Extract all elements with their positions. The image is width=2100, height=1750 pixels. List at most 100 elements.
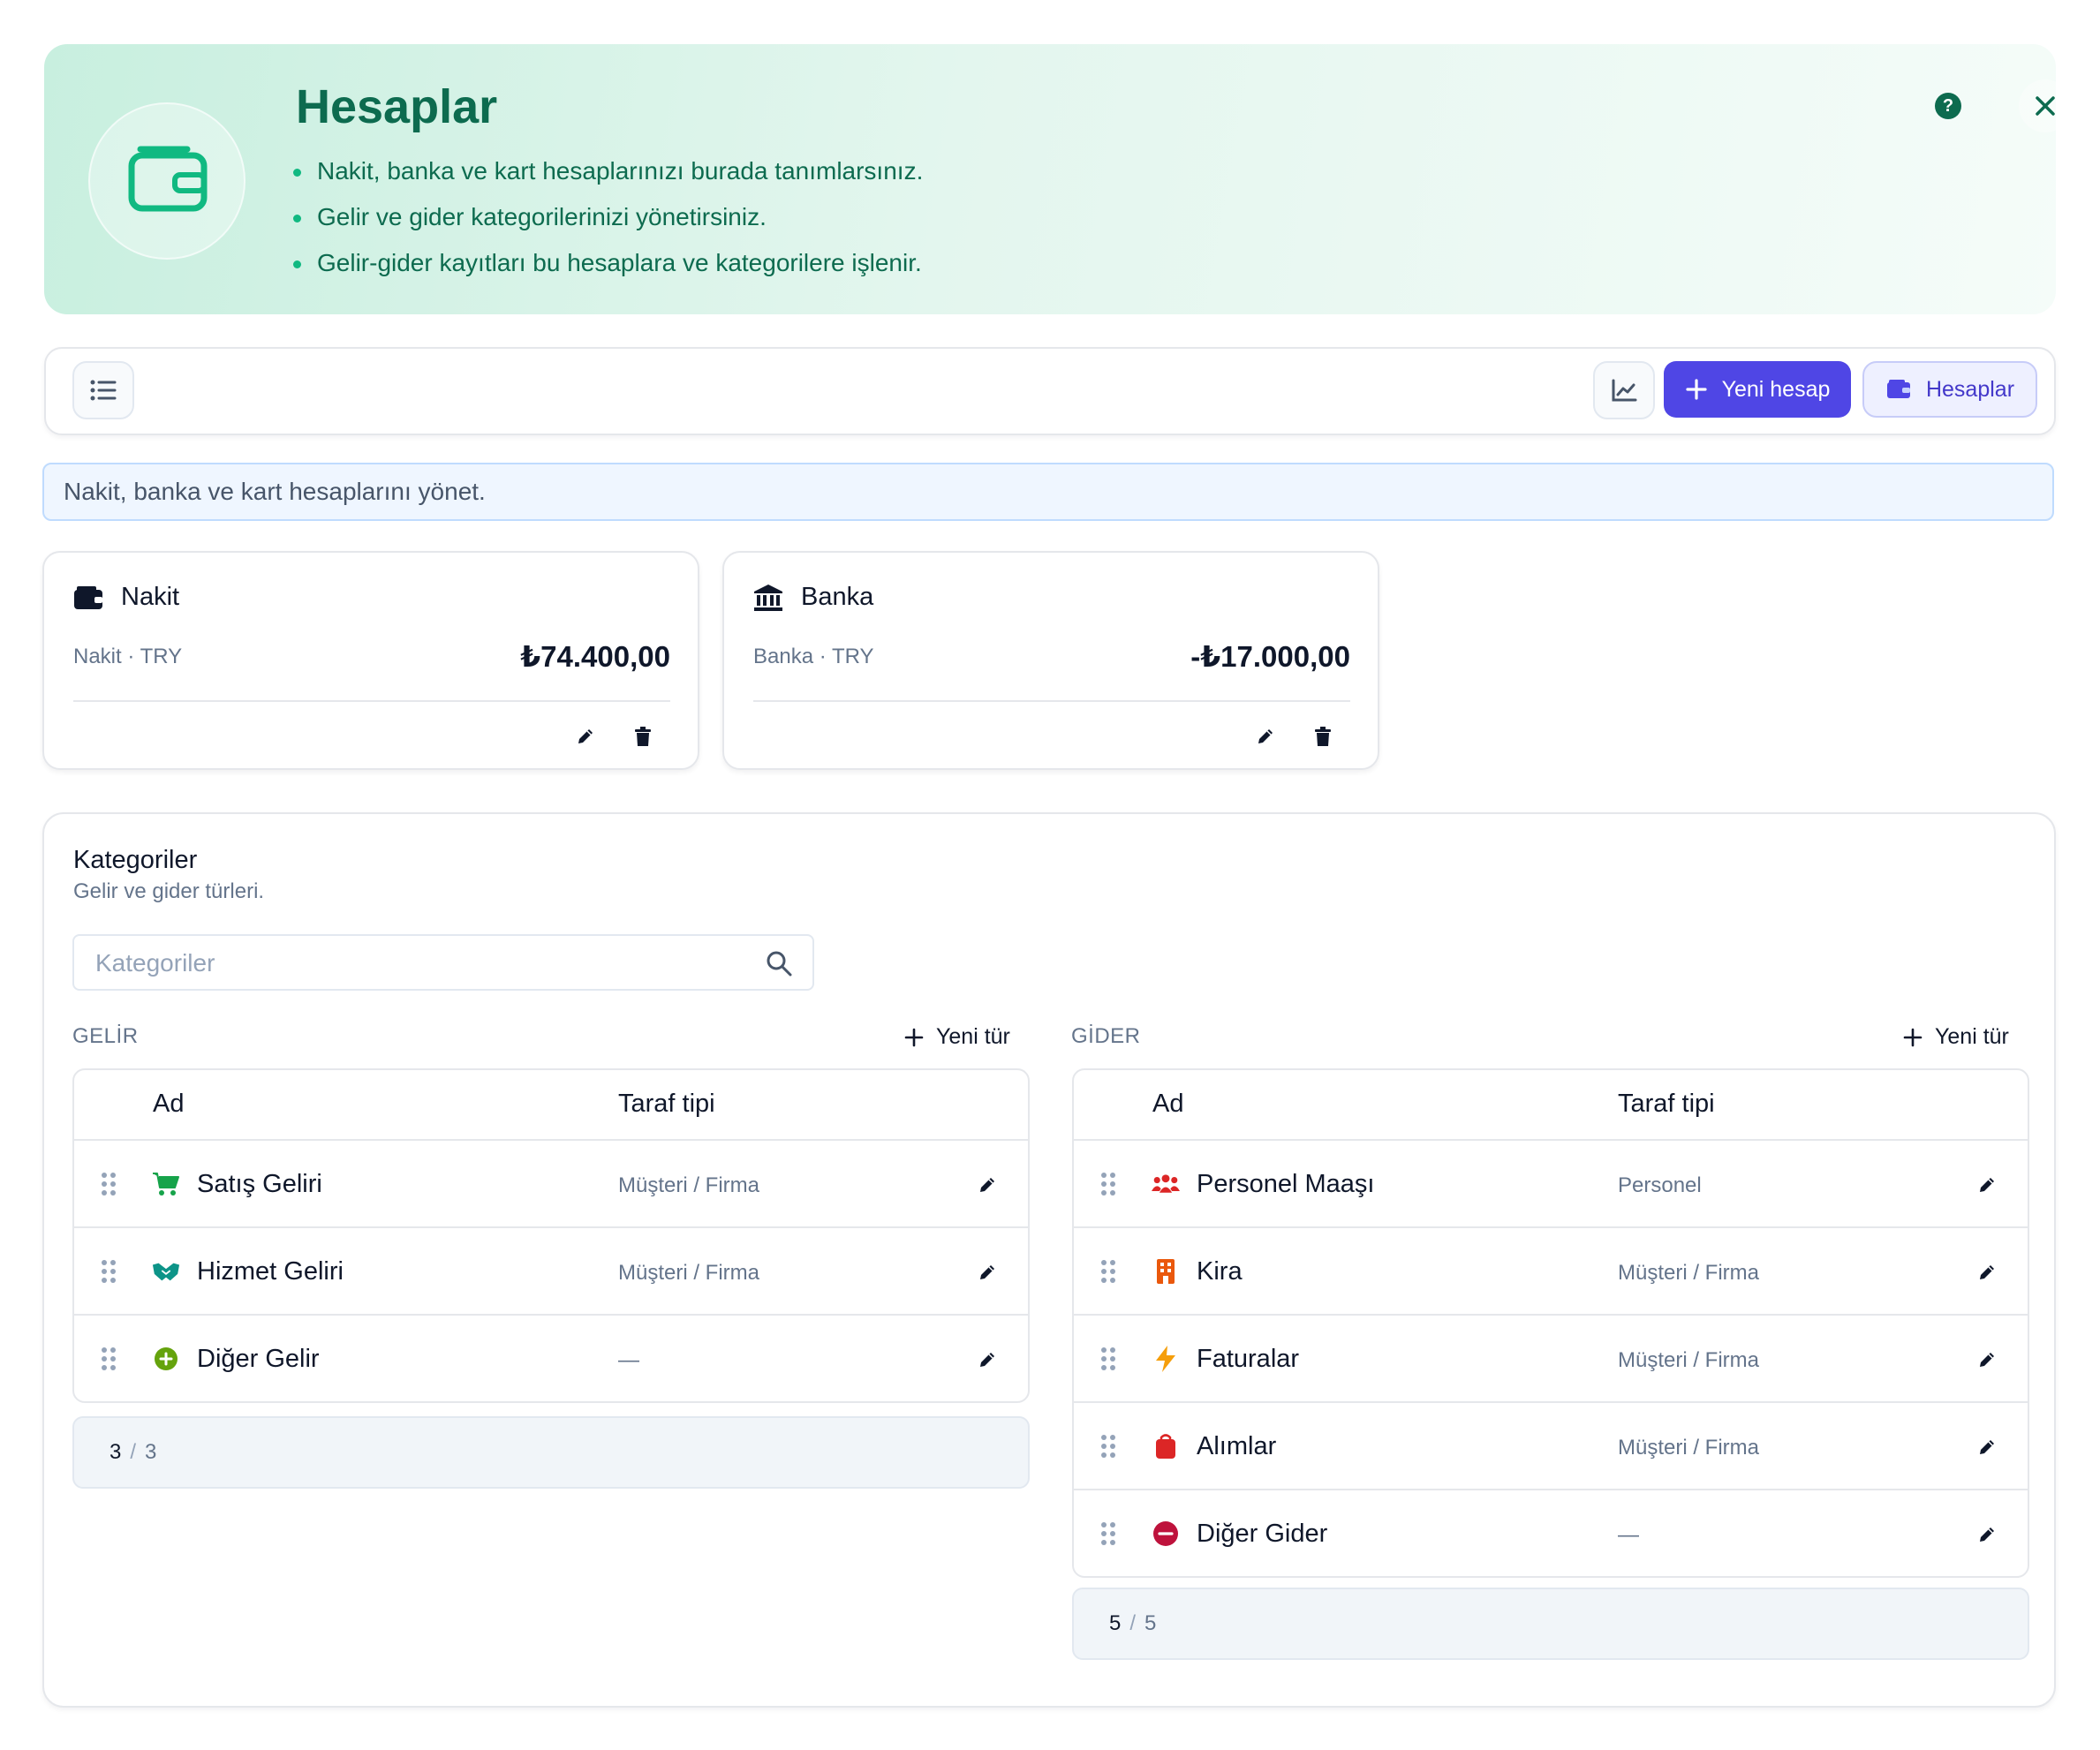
expense-table: Ad Taraf tipi Personel Maaşı Personel Ki… xyxy=(1072,1068,2029,1578)
pager-separator: / xyxy=(130,1440,137,1464)
wallet-icon xyxy=(1886,380,1910,398)
categories-subtitle: Gelir ve gider türleri. xyxy=(73,879,265,903)
edit-category-button[interactable] xyxy=(1971,1169,2003,1201)
drag-handle-icon[interactable] xyxy=(1100,1346,1116,1371)
plus-circle-icon xyxy=(152,1345,180,1373)
edit-account-button[interactable] xyxy=(570,720,601,752)
edit-category-button[interactable] xyxy=(1971,1519,2003,1550)
drag-handle-icon[interactable] xyxy=(1100,1259,1116,1284)
bolt-icon xyxy=(1152,1345,1180,1373)
banner-bullet: Gelir-gider kayıtları bu hesaplara ve ka… xyxy=(293,240,923,286)
drag-handle-icon[interactable] xyxy=(101,1346,117,1371)
handshake-icon xyxy=(152,1257,180,1286)
delete-account-button[interactable] xyxy=(1307,720,1339,752)
new-income-type-button[interactable]: Yeni tür xyxy=(904,1024,1010,1050)
wallet-icon xyxy=(128,146,208,212)
party-type: Personel xyxy=(1618,1173,1702,1197)
edit-category-button[interactable] xyxy=(971,1256,1003,1288)
close-icon xyxy=(2036,96,2055,116)
expense-section-label: GİDER xyxy=(1071,1024,1141,1048)
categories-title: Kategoriler xyxy=(73,846,198,874)
pager-shown: 5 xyxy=(1109,1611,1122,1635)
category-name: Diğer Gelir xyxy=(197,1345,320,1373)
edit-category-button[interactable] xyxy=(1971,1431,2003,1463)
plus-icon xyxy=(904,1028,924,1046)
info-text: Nakit, banka ve kart hesaplarını yönet. xyxy=(64,478,486,505)
wallet-icon xyxy=(74,585,102,609)
pencil-icon xyxy=(1980,1265,1994,1279)
table-row[interactable]: Diğer Gelir — xyxy=(74,1316,1028,1401)
party-type: Müşteri / Firma xyxy=(1618,1348,1760,1372)
close-button[interactable] xyxy=(2019,79,2072,132)
category-name: Diğer Gider xyxy=(1197,1520,1328,1548)
cart-icon xyxy=(152,1170,180,1198)
table-row[interactable]: Diğer Gider — xyxy=(1074,1490,2028,1576)
help-circle-icon: ? xyxy=(1935,93,1961,119)
search-icon[interactable] xyxy=(765,949,793,977)
accounts-label: Hesaplar xyxy=(1925,376,2015,402)
pencil-icon xyxy=(1980,1353,1994,1367)
minus-circle-icon xyxy=(1152,1520,1180,1548)
drag-handle-icon[interactable] xyxy=(101,1259,117,1284)
party-type: Müşteri / Firma xyxy=(618,1173,760,1197)
column-name: Ad xyxy=(153,1090,185,1118)
category-search xyxy=(72,934,814,991)
drag-handle-icon[interactable] xyxy=(1100,1172,1116,1196)
new-type-label: Yeni tür xyxy=(936,1024,1010,1049)
table-row[interactable]: Faturalar Müşteri / Firma xyxy=(1074,1316,2028,1403)
divider xyxy=(73,700,670,702)
drag-handle-icon[interactable] xyxy=(1100,1521,1116,1546)
party-type: Müşteri / Firma xyxy=(1618,1261,1760,1285)
account-title: Banka xyxy=(753,583,873,612)
divider xyxy=(753,700,1350,702)
new-account-button[interactable]: Yeni hesap xyxy=(1664,361,1851,418)
category-name: Faturalar xyxy=(1197,1345,1300,1373)
banner-bullets: Nakit, banka ve kart hesaplarınızı burad… xyxy=(293,148,923,286)
party-type: — xyxy=(618,1348,639,1372)
trash-icon xyxy=(1315,727,1331,746)
expense-pager: 5 / 5 xyxy=(1072,1588,2029,1660)
table-row[interactable]: Personel Maaşı Personel xyxy=(1074,1141,2028,1228)
plus-icon xyxy=(1903,1028,1922,1046)
account-card[interactable]: Banka Banka · TRY -₺17.000,00 xyxy=(722,551,1379,770)
edit-account-button[interactable] xyxy=(1250,720,1281,752)
account-balance: -₺17.000,00 xyxy=(1190,640,1350,673)
pencil-icon xyxy=(578,729,593,743)
pencil-icon xyxy=(1980,1178,1994,1192)
table-row[interactable]: Alımlar Müşteri / Firma xyxy=(1074,1403,2028,1490)
category-name: Satış Geliri xyxy=(197,1170,322,1198)
pencil-icon xyxy=(1980,1440,1994,1454)
edit-category-button[interactable] xyxy=(971,1344,1003,1376)
edit-category-button[interactable] xyxy=(1971,1256,2003,1288)
drag-handle-icon[interactable] xyxy=(1100,1434,1116,1459)
edit-category-button[interactable] xyxy=(971,1169,1003,1201)
list-view-button[interactable] xyxy=(72,361,134,419)
new-type-label: Yeni tür xyxy=(1935,1024,2009,1049)
account-name: Banka xyxy=(801,583,874,611)
bank-icon xyxy=(754,584,782,611)
info-bar: Nakit, banka ve kart hesaplarını yönet. xyxy=(42,463,2054,521)
category-name: Hizmet Geliri xyxy=(197,1257,344,1286)
line-chart-icon xyxy=(1612,379,1637,402)
account-card[interactable]: Nakit Nakit · TRY ₺74.400,00 xyxy=(42,551,699,770)
help-button[interactable]: ? xyxy=(1922,79,1975,132)
column-name: Ad xyxy=(1152,1090,1184,1118)
chart-button[interactable] xyxy=(1593,361,1655,419)
table-header: Ad Taraf tipi xyxy=(74,1070,1028,1141)
delete-account-button[interactable] xyxy=(627,720,659,752)
category-name: Kira xyxy=(1197,1257,1243,1286)
pencil-icon xyxy=(980,1353,994,1367)
category-search-input[interactable] xyxy=(74,936,768,991)
income-table: Ad Taraf tipi Satış Geliri Müşteri / Fir… xyxy=(72,1068,1030,1403)
page-title: Hesaplar xyxy=(296,80,498,133)
account-sub: Nakit · TRY xyxy=(73,645,183,668)
table-row[interactable]: Kira Müşteri / Firma xyxy=(1074,1228,2028,1316)
party-type: Müşteri / Firma xyxy=(1618,1436,1760,1460)
new-expense-type-button[interactable]: Yeni tür xyxy=(1903,1024,2009,1050)
table-row[interactable]: Hizmet Geliri Müşteri / Firma xyxy=(74,1228,1028,1316)
edit-category-button[interactable] xyxy=(1971,1344,2003,1376)
users-icon xyxy=(1152,1170,1180,1198)
drag-handle-icon[interactable] xyxy=(101,1172,117,1196)
accounts-button[interactable]: Hesaplar xyxy=(1862,361,2037,418)
table-row[interactable]: Satış Geliri Müşteri / Firma xyxy=(74,1141,1028,1228)
